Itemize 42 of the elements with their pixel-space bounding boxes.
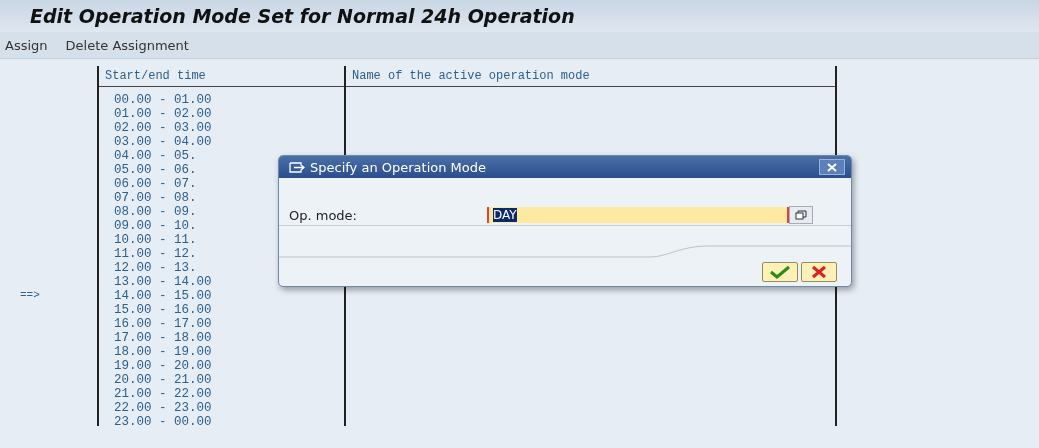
time-cell-text: 23.00 - 00.00 (113, 415, 212, 429)
cross-icon (811, 265, 827, 279)
time-cell-text: 12.00 - 13. (113, 261, 197, 275)
time-cell-text: 02.00 - 03.00 (113, 121, 212, 135)
close-icon (826, 162, 838, 172)
time-cell-text: 14.00 - 15.00 (113, 289, 212, 303)
dialog-icon (289, 161, 305, 173)
time-cell-text: 21.00 - 22.00 (113, 387, 212, 401)
toolbar-button[interactable]: Assign (5, 37, 48, 53)
time-cell-text: 22.00 - 23.00 (113, 401, 212, 415)
time-cell-text: 15.00 - 16.00 (113, 303, 212, 317)
time-cell-text: 05.00 - 06. (113, 163, 197, 177)
time-cell-text: 03.00 - 04.00 (113, 135, 212, 149)
toolbar-button[interactable]: Delete Assignment (65, 37, 189, 53)
dialog-title: Specify an Operation Mode (310, 159, 488, 175)
confirm-button[interactable] (762, 262, 798, 282)
time-cell-text: 00.00 - 01.00 (113, 93, 212, 107)
page-title: Edit Operation Mode Set for Normal 24h Operation (30, 5, 575, 27)
time-cell-text: 16.00 - 17.00 (113, 317, 212, 331)
time-cell-text: 10.00 - 11. (113, 233, 197, 247)
time-cell-text: 01.00 - 02.00 (113, 107, 212, 121)
time-cell-text: 20.00 - 21.00 (113, 373, 212, 387)
value-help-button[interactable] (789, 206, 813, 224)
input-field[interactable]: DAY (487, 207, 789, 223)
field-label: Op. mode: (289, 207, 358, 223)
column-header: Start/end time (99, 66, 344, 87)
time-cell-text: 07.00 - 08. (113, 191, 197, 205)
time-cell-text: 08.00 - 09. (113, 205, 197, 219)
time-cell-text: 19.00 - 20.00 (113, 359, 212, 373)
time-cell-text: 04.00 - 05. (113, 149, 197, 163)
time-cell-text: 18.00 - 19.00 (113, 345, 212, 359)
time-cell-text: 09.00 - 10. (113, 219, 197, 233)
time-cell-text: 17.00 - 18.00 (113, 331, 212, 345)
checkmark-icon (769, 265, 791, 279)
time-cell-text: 11.00 - 12. (113, 247, 197, 261)
windows-icon (795, 210, 807, 220)
cancel-button[interactable] (801, 262, 837, 282)
time-cell-text: 06.00 - 07. (113, 177, 197, 191)
time-cell-text: 13.00 - 14.00 (113, 275, 212, 289)
column-header: Name of the active operation mode (346, 66, 835, 87)
current-row-marker: ==> (20, 289, 40, 301)
close-button[interactable] (819, 159, 845, 175)
